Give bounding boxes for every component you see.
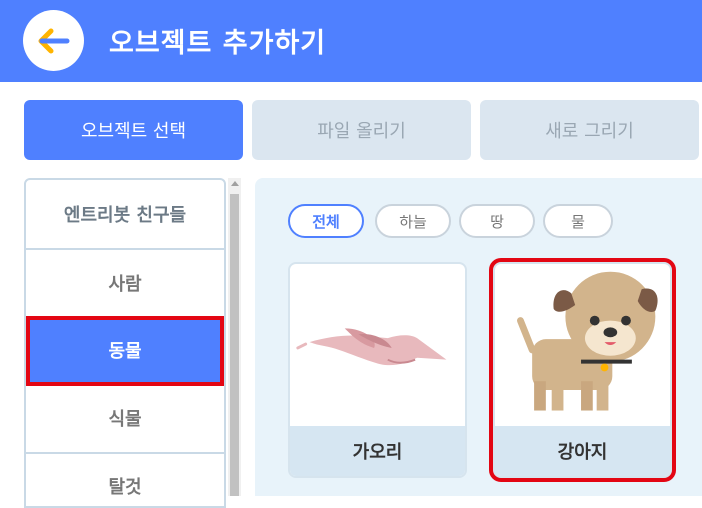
sidebar-scrollbar[interactable] [228,178,241,496]
category-sidebar: 엔트리봇 친구들 사람 동물 식물 탈것 [24,178,226,508]
filter-water[interactable]: 물 [543,204,613,238]
object-card-puppy[interactable]: 강아지 [489,258,676,482]
filter-ground[interactable]: 땅 [459,204,535,238]
header: 오브젝트 추가하기 [0,0,702,82]
scroll-up-icon[interactable] [231,181,239,186]
card-label: 강아지 [495,426,670,476]
back-arrow-icon [38,28,69,53]
page-title: 오브젝트 추가하기 [109,28,327,59]
tab-select-object[interactable]: 오브젝트 선택 [24,100,243,160]
filter-all[interactable]: 전체 [288,204,364,238]
card-label: 가오리 [290,426,465,476]
puppy-icon [516,271,658,411]
back-button[interactable] [23,10,84,71]
tab-new-drawing[interactable]: 새로 그리기 [480,100,699,160]
stingray-icon [296,328,447,366]
sidebar-item-vehicles[interactable]: 탈것 [26,452,224,506]
sidebar-item-people[interactable]: 사람 [26,249,224,319]
sidebar-item-entrybot-friends[interactable]: 엔트리봇 친구들 [26,180,224,250]
filter-sky[interactable]: 하늘 [375,204,451,238]
sidebar-item-plants[interactable]: 식물 [26,384,224,454]
tab-upload-file[interactable]: 파일 올리기 [252,100,471,160]
object-card-stingray[interactable]: 가오리 [288,262,467,478]
sidebar-item-animals[interactable]: 동물 [26,316,224,386]
scroll-thumb[interactable] [230,194,239,496]
